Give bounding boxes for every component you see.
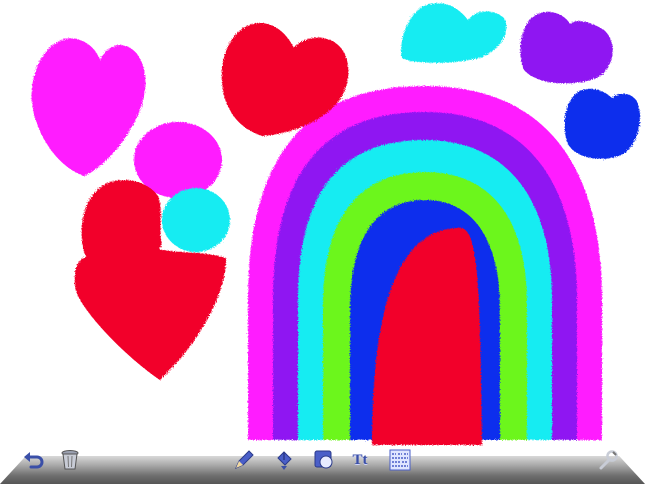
undo-icon (24, 452, 44, 469)
text-button[interactable]: Tt (348, 448, 372, 472)
bottom-toolbar: Tt (0, 448, 645, 484)
settings-button[interactable] (596, 448, 620, 472)
shapes-button[interactable] (312, 448, 336, 472)
trash-icon (61, 450, 79, 470)
pattern-button[interactable] (388, 448, 412, 472)
paint-bucket-icon (277, 451, 292, 470)
blob-cyan-small (162, 188, 230, 252)
heart-purple (520, 11, 613, 84)
heart-magenta (31, 38, 146, 176)
drawing-canvas[interactable] (0, 0, 645, 484)
trash-button[interactable] (58, 448, 82, 472)
pattern-icon (389, 449, 411, 471)
shapes-icon (314, 450, 333, 469)
pencil-icon (235, 450, 254, 469)
pencil-button[interactable] (232, 448, 256, 472)
fill-button[interactable] (272, 448, 296, 472)
blob-cyan-top (401, 3, 507, 63)
text-icon: Tt (352, 451, 368, 468)
wrench-icon (599, 450, 618, 470)
undo-button[interactable] (22, 448, 46, 472)
heart-blue (564, 88, 641, 159)
blob-red-left (81, 179, 162, 262)
heart-red-bottom (74, 248, 226, 380)
canvas-artwork (31, 3, 641, 445)
